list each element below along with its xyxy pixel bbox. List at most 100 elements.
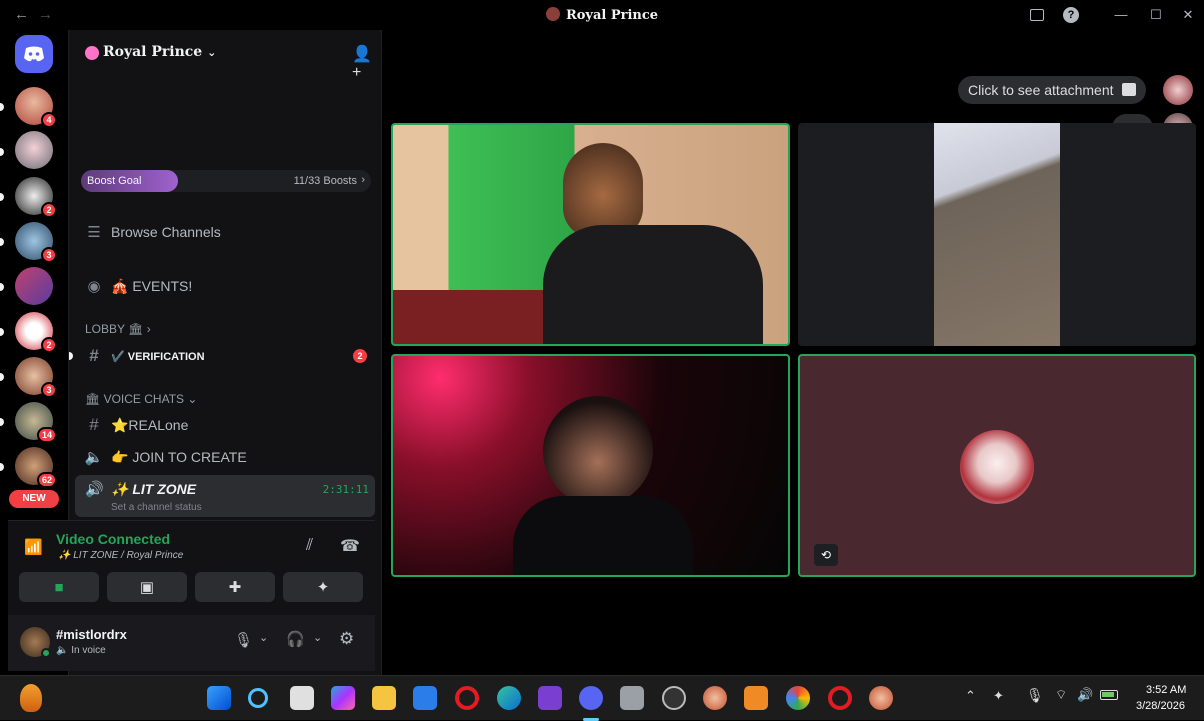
chat-user-avatar[interactable] bbox=[1163, 75, 1193, 105]
battery-icon[interactable] bbox=[1100, 690, 1118, 700]
home-discord-icon[interactable] bbox=[15, 35, 53, 73]
video-tile-3[interactable] bbox=[391, 354, 790, 577]
weather-widget-icon[interactable] bbox=[20, 684, 42, 712]
server-icon-6[interactable]: 2 bbox=[15, 312, 57, 353]
chevron-down-icon: ⌄ bbox=[207, 46, 217, 59]
channel-join-to-create[interactable]: 🔈 👉 JOIN TO CREATE bbox=[83, 445, 247, 469]
chevron-down-icon[interactable]: ⌄ bbox=[313, 631, 322, 644]
browse-channels-label: Browse Channels bbox=[111, 224, 221, 240]
edge-icon[interactable] bbox=[497, 686, 521, 710]
noise-suppression-icon[interactable]: ⫽ bbox=[306, 537, 313, 555]
mention-badge: 3 bbox=[41, 382, 57, 398]
attachment-chip[interactable]: Click to see attachment bbox=[958, 76, 1146, 104]
server-icon-9[interactable]: 62 bbox=[15, 447, 57, 488]
mention-badge: 62 bbox=[36, 472, 57, 488]
username[interactable]: #mistlordrx bbox=[56, 627, 127, 642]
server-icon-5[interactable] bbox=[15, 267, 53, 305]
title-bar: ← → Royal Prince ? — ☐ ✕ bbox=[0, 0, 1204, 30]
app-icon[interactable] bbox=[703, 686, 727, 710]
window-title-text: Royal Prince bbox=[565, 8, 659, 23]
server-icon-7[interactable]: 3 bbox=[15, 357, 57, 398]
chrome-icon[interactable] bbox=[786, 686, 810, 710]
video-tile-1[interactable] bbox=[391, 123, 790, 346]
server-name-header[interactable]: Royal Prince ⌄ bbox=[103, 44, 216, 60]
mention-badge: 4 bbox=[41, 112, 57, 128]
new-unreads-badge[interactable]: NEW bbox=[9, 490, 59, 508]
headphones-icon[interactable]: 🎧 bbox=[286, 630, 305, 648]
opera-gx-icon[interactable] bbox=[828, 686, 852, 710]
category-lobby[interactable]: LOBBY 🏛 › bbox=[85, 322, 151, 336]
channel-events-label: 🎪 EVENTS! bbox=[111, 277, 193, 294]
soundboard-button[interactable]: ✦ bbox=[283, 572, 363, 602]
camera-app-icon[interactable] bbox=[620, 686, 644, 710]
server-icon-4[interactable]: 3 bbox=[15, 222, 57, 263]
clipchamp-icon[interactable] bbox=[538, 686, 562, 710]
text-channel-icon: # bbox=[89, 415, 99, 434]
boost-goal-bar[interactable]: Boost Goal 11/33 Boosts › bbox=[81, 170, 371, 192]
chevron-down-icon: ⌄ bbox=[187, 392, 198, 406]
voice-status[interactable]: Video Connected bbox=[56, 531, 170, 547]
participant-body bbox=[513, 496, 693, 575]
invite-people-icon[interactable]: 👤+ bbox=[352, 44, 381, 82]
maximize-icon[interactable]: ☐ bbox=[1148, 7, 1164, 23]
mention-badge: 14 bbox=[36, 427, 57, 443]
microphone-icon[interactable]: 🎙 bbox=[234, 631, 253, 649]
mention-badge: 2 bbox=[41, 337, 57, 353]
stream-indicator-icon[interactable]: ⟲ bbox=[814, 544, 838, 566]
server-icon-8[interactable]: 14 bbox=[15, 402, 57, 443]
activities-button[interactable]: ✚ bbox=[195, 572, 275, 602]
minimize-icon[interactable]: — bbox=[1113, 7, 1129, 23]
server-icon-1[interactable]: 4 bbox=[15, 87, 57, 128]
chevron-down-icon[interactable]: ⌄ bbox=[259, 631, 268, 644]
category-voice-chats[interactable]: 🏛 VOICE CHATS ⌄ bbox=[85, 392, 197, 406]
disconnect-icon[interactable]: ☎ bbox=[340, 536, 360, 556]
tray-overflow-icon[interactable]: ⌃ bbox=[965, 688, 976, 704]
opera-icon[interactable] bbox=[455, 686, 479, 710]
close-icon[interactable]: ✕ bbox=[1180, 7, 1196, 23]
settings-gear-icon[interactable]: ⚙ bbox=[339, 629, 354, 649]
voice-connection-panel: 📶 Video Connected ✨ LIT ZONE / Royal Pri… bbox=[8, 520, 375, 671]
voice-location[interactable]: ✨ LIT ZONE / Royal Prince bbox=[58, 550, 183, 561]
participant-face bbox=[543, 396, 653, 506]
task-view-icon[interactable] bbox=[290, 686, 314, 710]
channel-lit-zone[interactable]: 🔊 ✨ LIT ZONE 2:31:11 Set a channel statu… bbox=[75, 475, 375, 517]
tray-app-icon[interactable]: ✦ bbox=[993, 688, 1004, 704]
volume-icon[interactable]: 🔊 bbox=[1077, 687, 1093, 703]
wifi-icon[interactable]: ⌔ bbox=[1055, 687, 1067, 703]
unread-pill bbox=[0, 328, 4, 336]
call-timer: 2:31:11 bbox=[322, 483, 369, 496]
server-icon-3[interactable]: 2 bbox=[15, 177, 57, 218]
unread-pill bbox=[0, 283, 4, 291]
fl-studio-icon[interactable] bbox=[744, 686, 768, 710]
channel-verification[interactable]: # ✔️ VERIFICATION bbox=[83, 344, 204, 368]
room-background bbox=[393, 290, 543, 344]
inbox-icon[interactable] bbox=[1030, 9, 1044, 21]
text-channel-icon: # bbox=[89, 346, 99, 365]
help-icon[interactable]: ? bbox=[1063, 7, 1079, 23]
chevron-right-icon: › bbox=[146, 322, 151, 336]
mail-icon[interactable] bbox=[413, 686, 437, 710]
channel-events[interactable]: ◉ 🎪 EVENTS! bbox=[83, 274, 192, 298]
unread-pill bbox=[0, 418, 4, 426]
tray-microphone-icon[interactable]: 🎙 bbox=[1026, 687, 1044, 704]
boost-count: 11/33 Boosts bbox=[293, 175, 357, 187]
copilot-icon[interactable] bbox=[331, 686, 355, 710]
search-icon[interactable] bbox=[248, 688, 268, 708]
channel-realone[interactable]: # ⭐REALone bbox=[83, 413, 188, 437]
set-channel-status[interactable]: Set a channel status bbox=[111, 502, 202, 513]
file-explorer-icon[interactable] bbox=[372, 686, 396, 710]
app-icon[interactable] bbox=[869, 686, 893, 710]
participant-avatar bbox=[960, 430, 1034, 504]
camera-button[interactable]: ■ bbox=[19, 572, 99, 602]
start-windows-icon[interactable] bbox=[207, 686, 231, 710]
browse-channels[interactable]: ☰ Browse Channels bbox=[83, 220, 221, 244]
server-icon-2[interactable] bbox=[15, 131, 53, 169]
app-icon[interactable] bbox=[662, 686, 686, 710]
screen-share-button[interactable]: ▣ bbox=[107, 572, 187, 602]
video-tile-4[interactable]: ⟲ bbox=[798, 354, 1196, 577]
discord-taskbar-icon[interactable] bbox=[579, 686, 603, 710]
clock-time[interactable]: 3:52 AM bbox=[1146, 684, 1186, 696]
video-tile-2[interactable] bbox=[798, 123, 1196, 346]
clock-date[interactable]: 3/28/2026 bbox=[1136, 700, 1185, 712]
mention-badge: 3 bbox=[41, 247, 57, 263]
